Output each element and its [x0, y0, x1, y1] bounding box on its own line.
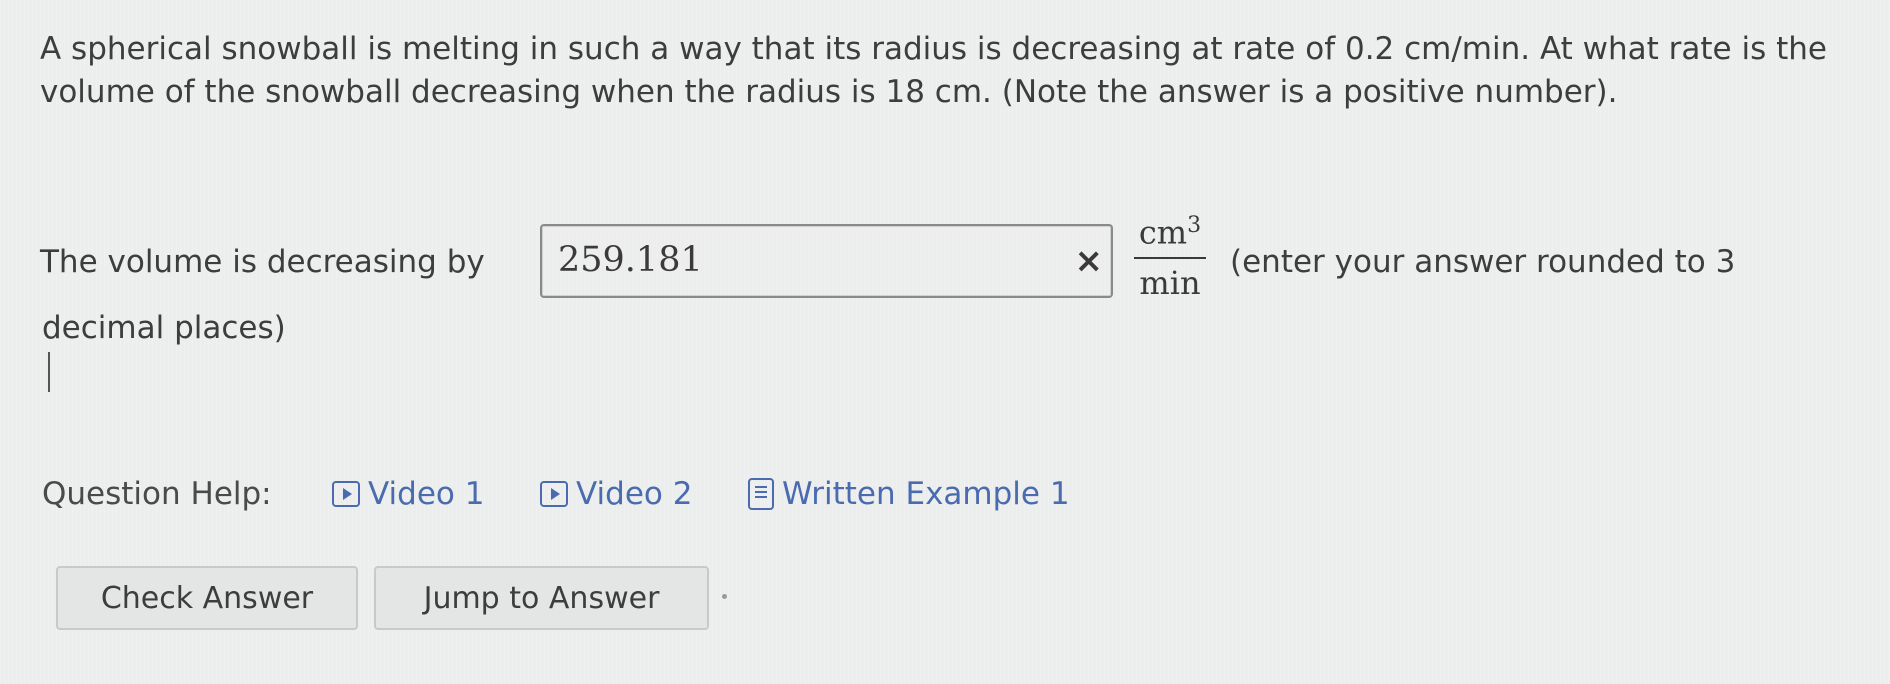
answer-instruction-continuation: decimal places) — [42, 310, 286, 346]
answer-prefix: The volume is decreasing by — [40, 244, 485, 280]
answer-line: The volume is decreasing by 259.181 × cm… — [40, 213, 1860, 302]
document-icon — [748, 478, 774, 510]
jump-to-answer-button[interactable]: Jump to Answer — [374, 566, 709, 630]
play-video-icon — [332, 481, 360, 507]
video-1-link[interactable]: Video 1 — [332, 476, 484, 512]
play-video-icon — [540, 481, 568, 507]
question-text: A spherical snowball is melting in such … — [40, 31, 1827, 110]
fraction-bar — [1134, 256, 1206, 259]
check-answer-button[interactable]: Check Answer — [56, 566, 358, 630]
answer-input[interactable]: 259.181 × — [540, 224, 1113, 298]
decorative-dot — [722, 594, 727, 599]
unit-fraction: cm3 min — [1130, 206, 1210, 301]
answer-instruction: (enter your answer rounded to 3 — [1230, 244, 1736, 280]
answer-value: 259.181 — [558, 240, 703, 280]
written-example-1-link[interactable]: Written Example 1 — [748, 476, 1070, 512]
incorrect-mark-icon: × — [1074, 241, 1104, 281]
unit-denominator: min — [1139, 263, 1201, 302]
unit-exponent: 3 — [1187, 213, 1202, 238]
question-help-label: Question Help: — [42, 476, 272, 512]
video-2-link[interactable]: Video 2 — [540, 476, 692, 512]
unit-numerator: cm3 — [1138, 213, 1202, 252]
text-caret — [48, 352, 50, 392]
